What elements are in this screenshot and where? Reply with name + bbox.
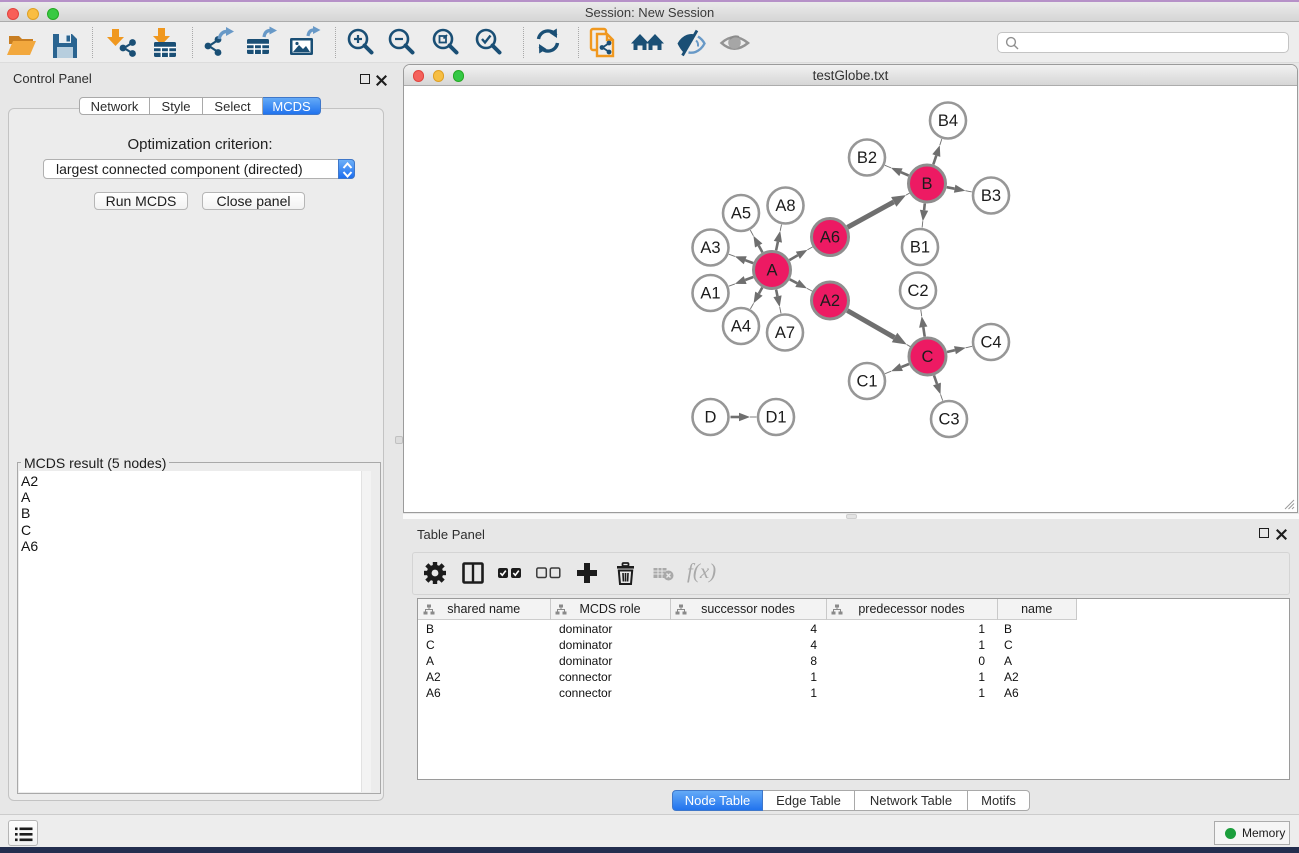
svg-text:C3: C3 [938, 411, 959, 429]
svg-text:D: D [705, 409, 717, 427]
svg-text:B3: B3 [981, 187, 1001, 205]
svg-text:A: A [766, 262, 777, 280]
svg-text:C2: C2 [907, 282, 928, 300]
svg-text:A3: A3 [700, 239, 720, 257]
svg-text:A2: A2 [820, 292, 840, 310]
svg-text:A4: A4 [731, 318, 751, 336]
svg-text:A1: A1 [700, 285, 720, 303]
svg-text:B2: B2 [857, 149, 877, 167]
svg-text:A6: A6 [820, 229, 840, 247]
svg-text:B4: B4 [938, 112, 958, 130]
svg-text:C1: C1 [856, 373, 877, 391]
svg-text:A8: A8 [775, 197, 795, 215]
svg-text:A7: A7 [775, 324, 795, 342]
svg-text:B1: B1 [910, 239, 930, 257]
svg-text:A5: A5 [731, 205, 751, 223]
svg-text:D1: D1 [765, 409, 786, 427]
svg-text:B: B [921, 175, 932, 193]
svg-text:C: C [922, 348, 934, 366]
svg-text:C4: C4 [980, 334, 1001, 352]
